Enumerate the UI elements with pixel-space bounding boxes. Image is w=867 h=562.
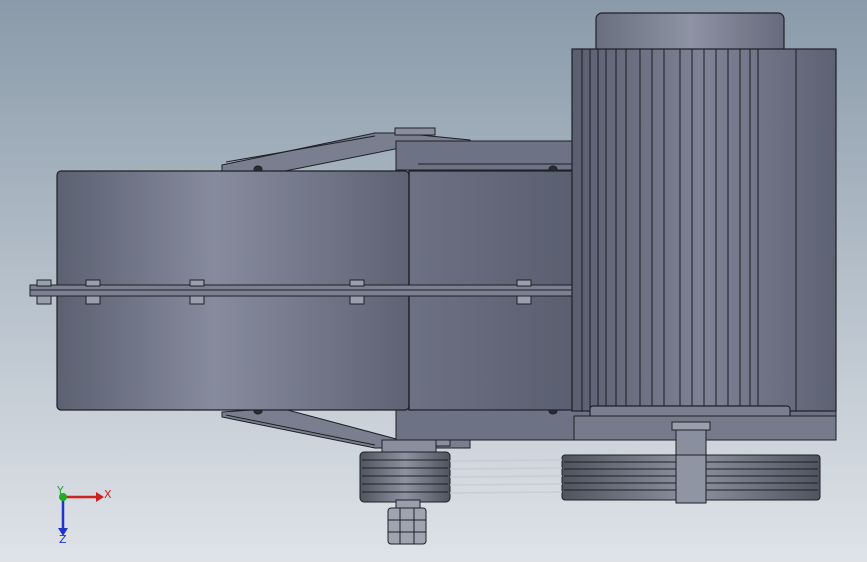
triad-z-label: Z — [59, 533, 67, 546]
motor-pulley-right — [561, 454, 821, 504]
drive-pulley-left — [359, 451, 451, 503]
triad-y-label: Y — [56, 484, 64, 497]
triad-x-label: X — [104, 488, 112, 501]
upper-bracket — [221, 127, 575, 173]
orientation-triad: X Y Z — [56, 484, 112, 546]
drive-assembly-model[interactable]: X Y Z — [0, 0, 867, 562]
v-belts — [449, 459, 563, 494]
shaft-end-nut — [387, 499, 427, 545]
triad-x-arrowhead — [96, 492, 104, 502]
cad-viewport[interactable]: X Y Z — [0, 0, 867, 562]
electric-motor — [571, 12, 837, 421]
